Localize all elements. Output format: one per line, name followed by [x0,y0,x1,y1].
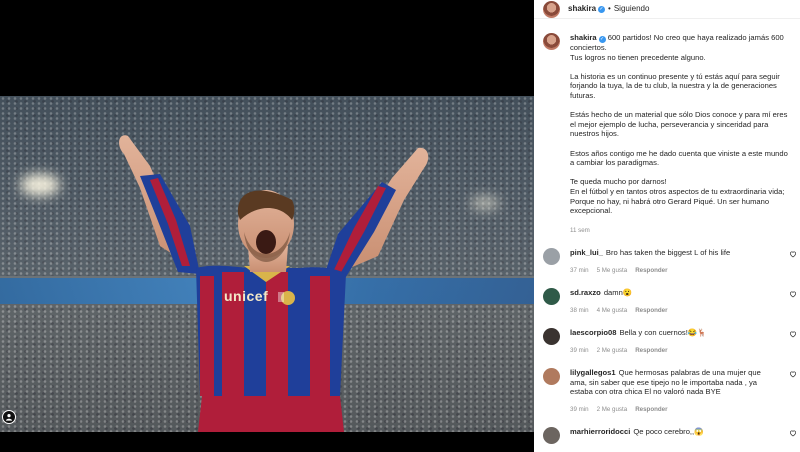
avatar[interactable] [543,427,560,444]
comment-body: sd.raxzo damn😮 [570,288,770,298]
comment-body: marhierroridocci Qe poco cerebro,,😱 [570,427,770,437]
avatar[interactable] [543,288,560,305]
comment-likes[interactable]: 2 Me gusta [597,347,628,354]
caption-username[interactable]: shakira [570,33,597,42]
comment-time[interactable]: 39 min [570,406,589,413]
comment-text: Bella y con cuernos!😂🦌 [619,328,707,337]
comment-likes[interactable]: 2 Me gusta [597,406,628,413]
comment-body: laescorpio08 Bella y con cuernos!😂🦌 [570,328,770,338]
comment-username[interactable]: pink_lui_ [570,248,603,257]
avatar[interactable] [543,33,560,50]
comment-text: Bro has taken the biggest L of his life [605,248,731,257]
post-header: shakira ✓ • Siguiendo [534,0,800,19]
reply-button[interactable]: Responder [635,347,667,354]
heart-icon[interactable] [789,370,797,378]
comment-username[interactable]: lilygallegos1 [570,368,616,377]
caption-paragraph: Te queda mucho por darnos! En el fútbol … [570,177,785,216]
comment-body: pink_lui_ Bro has taken the biggest L of … [570,248,770,258]
separator-dot: • [608,4,611,13]
comment-meta: 39 min 2 Me gusta Responder [570,405,676,415]
player-celebrating [119,135,429,432]
comment-time[interactable]: 37 min [570,267,589,274]
heart-icon[interactable] [789,330,797,338]
caption-paragraph: La historia es un continuo presente y tú… [570,71,780,100]
comment-text: damn😮 [603,288,633,297]
avatar[interactable] [543,368,560,385]
post-author-username[interactable]: shakira [568,4,596,14]
post-details-panel: shakira ✓ • Siguiendo shakira ✓ 600 parti… [534,0,800,452]
caption-text: shakira ✓ 600 partidos! No creo que haya … [570,33,792,216]
comment-likes[interactable]: 5 Me gusta [597,267,628,274]
person-icon [5,414,13,421]
heart-icon[interactable] [789,250,797,258]
heart-icon[interactable] [789,429,797,437]
avatar[interactable] [543,248,560,265]
comment-username[interactable]: sd.raxzo [570,288,601,297]
following-button[interactable]: Siguiendo [614,4,650,14]
avatar[interactable] [543,328,560,345]
verified-icon: ✓ [598,36,606,43]
verified-icon: ✓ [598,5,606,13]
reply-button[interactable]: Responder [635,267,667,274]
tagged-user-icon[interactable] [2,410,16,424]
comment-username[interactable]: laescorpio08 [570,328,616,337]
comment-likes[interactable]: 4 Me gusta [597,307,628,314]
comment-time[interactable]: 38 min [570,307,589,314]
comment-text: Qe poco cerebro,,😱 [633,427,704,436]
comment-meta: 38 min 4 Me gusta Responder [570,306,676,316]
reply-button[interactable]: Responder [635,307,667,314]
post-media[interactable]: unicef [0,0,534,452]
comment-username[interactable]: marhierroridocci [570,427,630,436]
caption-paragraph: Estos años contigo me he dado cuenta que… [570,148,788,168]
caption-paragraph: Estás hecho de un material que sólo Dios… [570,110,788,139]
caption-timestamp[interactable]: 11 sem [570,226,590,236]
comment-meta: 37 min 5 Me gusta Responder [570,266,676,276]
comment-meta: 39 min 2 Me gusta Responder [570,346,676,356]
avatar[interactable] [543,0,560,18]
heart-icon[interactable] [789,290,797,298]
reply-button[interactable]: Responder [635,406,667,413]
post-photo[interactable]: unicef [0,96,534,432]
comment-time[interactable]: 39 min [570,347,589,354]
jersey-sponsor-text: unicef [224,288,269,304]
comment-body: lilygallegos1 Que hermosas palabras de un… [570,368,770,397]
